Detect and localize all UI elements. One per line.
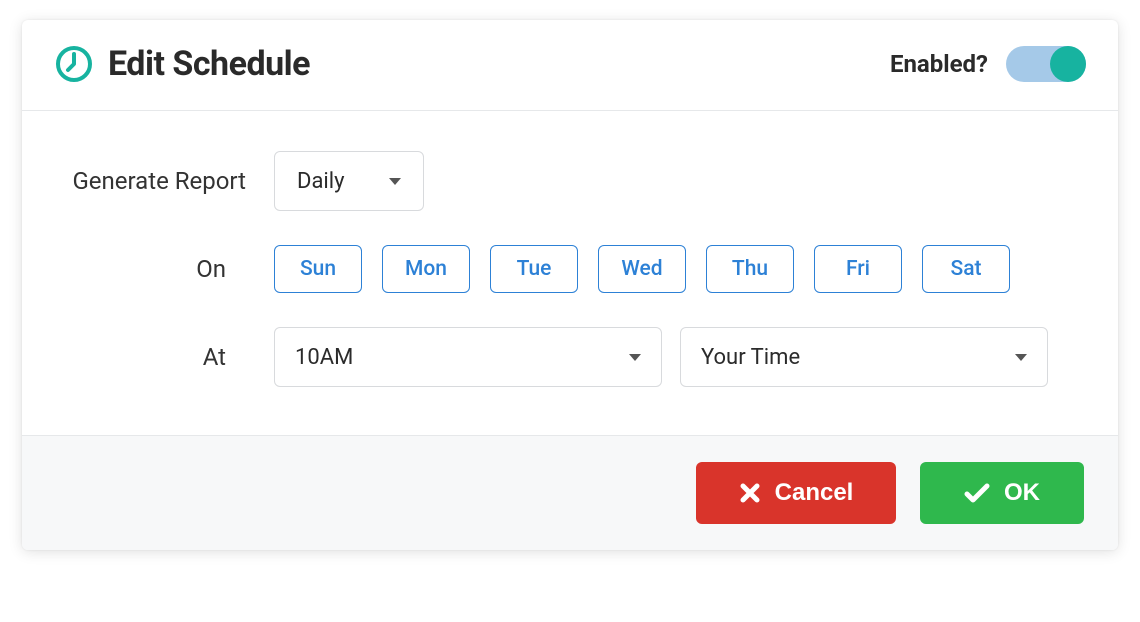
at-label: At xyxy=(62,343,274,371)
time-dropdown[interactable]: 10AM xyxy=(274,327,662,387)
day-button-sat[interactable]: Sat xyxy=(922,245,1010,293)
timezone-dropdown[interactable]: Your Time xyxy=(680,327,1048,387)
modal-footer: Cancel OK xyxy=(22,435,1118,550)
clock-icon xyxy=(54,44,94,84)
chevron-down-icon xyxy=(389,178,401,185)
cancel-button[interactable]: Cancel xyxy=(696,462,896,524)
day-button-mon[interactable]: Mon xyxy=(382,245,470,293)
chevron-down-icon xyxy=(629,354,641,361)
row-generate-report: Generate Report Daily xyxy=(62,151,1078,211)
day-button-wed[interactable]: Wed xyxy=(598,245,686,293)
days-group: Sun Mon Tue Wed Thu Fri Sat xyxy=(274,245,1010,293)
timezone-value: Your Time xyxy=(701,345,800,370)
frequency-dropdown[interactable]: Daily xyxy=(274,151,424,211)
at-group: 10AM Your Time xyxy=(274,327,1048,387)
day-button-tue[interactable]: Tue xyxy=(490,245,578,293)
check-icon xyxy=(964,482,990,504)
modal-header: Edit Schedule Enabled? xyxy=(22,20,1118,111)
enabled-label: Enabled? xyxy=(890,50,988,78)
row-at: At 10AM Your Time xyxy=(62,327,1078,387)
modal-body: Generate Report Daily On Sun Mon Tue Wed… xyxy=(22,111,1118,435)
chevron-down-icon xyxy=(1015,354,1027,361)
day-button-thu[interactable]: Thu xyxy=(706,245,794,293)
time-value: 10AM xyxy=(295,345,353,370)
ok-label: OK xyxy=(1004,479,1040,507)
enabled-toggle[interactable] xyxy=(1006,46,1086,82)
enabled-wrap: Enabled? xyxy=(890,46,1086,82)
modal-title: Edit Schedule xyxy=(108,44,310,84)
day-button-sun[interactable]: Sun xyxy=(274,245,362,293)
on-label: On xyxy=(62,255,274,283)
day-button-fri[interactable]: Fri xyxy=(814,245,902,293)
toggle-knob xyxy=(1050,46,1086,82)
ok-button[interactable]: OK xyxy=(920,462,1084,524)
frequency-value: Daily xyxy=(297,169,345,194)
cancel-label: Cancel xyxy=(775,479,854,507)
generate-report-label: Generate Report xyxy=(62,167,274,195)
close-icon xyxy=(739,482,761,504)
edit-schedule-modal: Edit Schedule Enabled? Generate Report D… xyxy=(22,20,1118,550)
row-on: On Sun Mon Tue Wed Thu Fri Sat xyxy=(62,245,1078,293)
title-wrap: Edit Schedule xyxy=(54,44,310,84)
